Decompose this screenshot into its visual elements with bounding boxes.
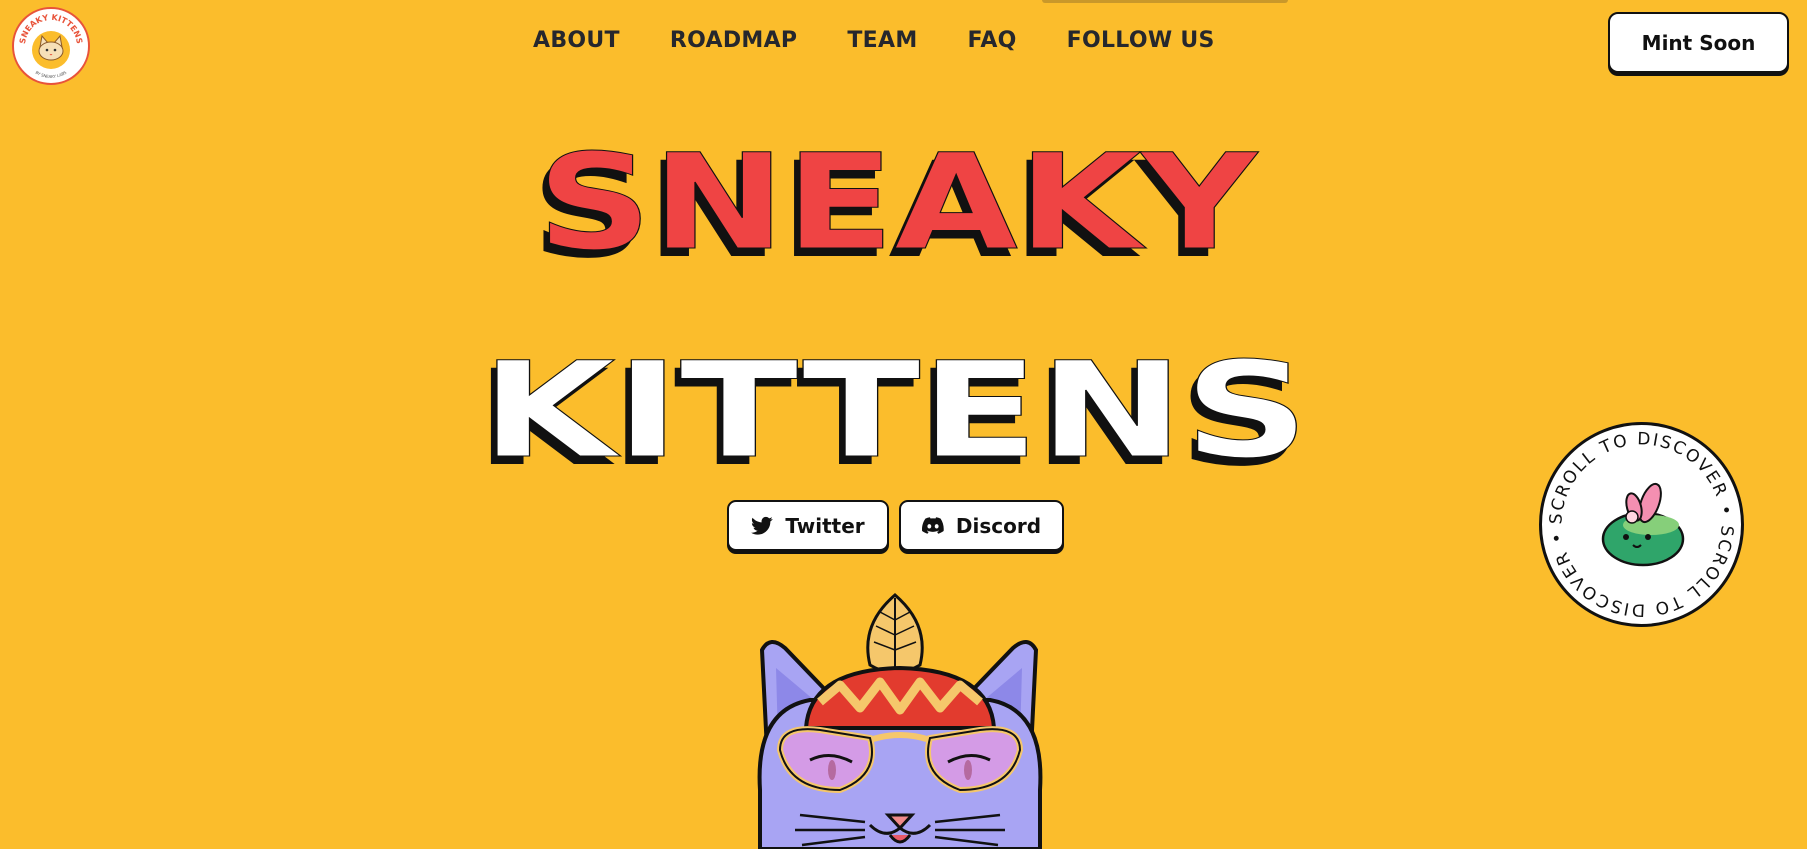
scroll-to-discover-badge[interactable]: SCROLL TO DISCOVER • SCROLL TO DISCOVER … bbox=[1538, 421, 1745, 628]
twitter-icon bbox=[751, 516, 773, 535]
title-line2: KITTENS bbox=[481, 334, 1309, 488]
twitter-button[interactable]: Twitter bbox=[727, 500, 889, 551]
title-line1: SNEAKY bbox=[537, 126, 1259, 280]
discord-label: Discord bbox=[955, 513, 1042, 538]
discord-button[interactable]: Discord bbox=[899, 500, 1064, 551]
discord-icon bbox=[921, 517, 944, 534]
twitter-label: Twitter bbox=[785, 513, 865, 538]
cat-illustration bbox=[757, 593, 1043, 849]
